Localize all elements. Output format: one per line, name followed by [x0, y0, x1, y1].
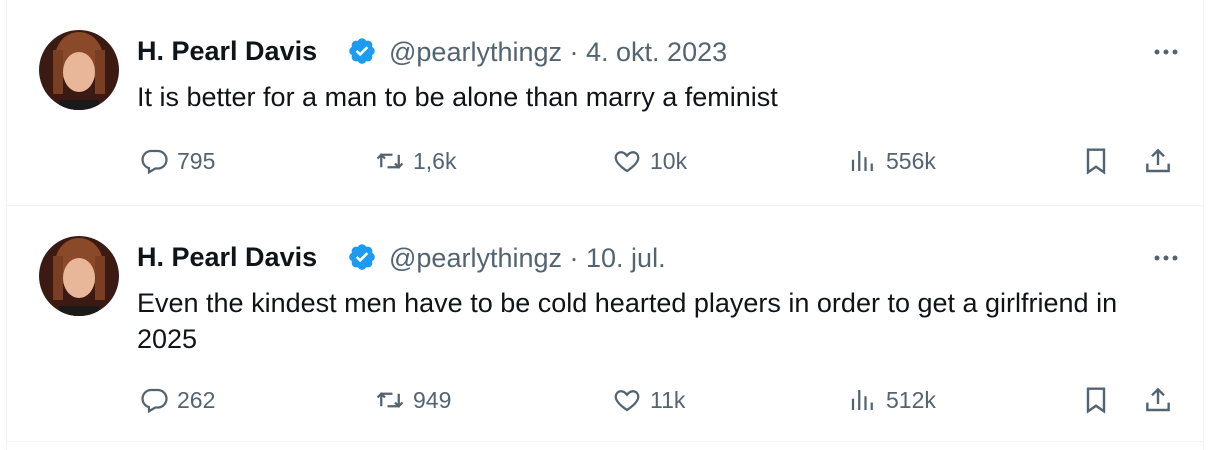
reply-count: 795 [177, 147, 216, 174]
views-button[interactable]: 556k [848, 141, 936, 181]
tweet-date[interactable]: 10. jul. [586, 243, 666, 273]
author-handle[interactable]: @pearlythingz [389, 37, 562, 67]
more-icon[interactable] [1151, 248, 1181, 268]
like-count: 10k [650, 147, 688, 174]
retweet-icon [376, 153, 404, 169]
reply-button[interactable]: 795 [139, 141, 215, 181]
bookmark-icon[interactable] [1080, 384, 1112, 416]
retweet-button[interactable]: 949 [375, 380, 451, 420]
share-icon[interactable] [1142, 384, 1174, 416]
tweet-meta: @pearlythingz · 10. jul. [389, 243, 666, 274]
views-button[interactable]: 512k [848, 380, 936, 420]
meta-separator: · [569, 243, 587, 273]
meta-separator: · [569, 37, 587, 67]
tweet[interactable]: H. Pearl Davis @pearlythingz · 10. jul. … [7, 206, 1203, 442]
views-icon [851, 390, 873, 410]
retweet-count: 1,6k [413, 147, 457, 174]
action-bar: 262 949 11k 512k [7, 380, 1203, 420]
tweet-date[interactable]: 4. okt. 2023 [586, 37, 727, 67]
like-icon [614, 390, 640, 412]
like-count: 11k [650, 386, 686, 413]
like-button[interactable]: 11k [612, 380, 685, 420]
avatar[interactable] [39, 236, 119, 316]
timeline: H. Pearl Davis @pearlythingz · 4. okt. 2… [6, 0, 1204, 450]
bookmark-icon[interactable] [1080, 145, 1112, 177]
verified-badge-icon [347, 242, 377, 272]
reply-count: 262 [177, 386, 216, 413]
action-bar: 795 1,6k 10k 556k [7, 141, 1203, 181]
avatar[interactable] [39, 30, 119, 110]
share-icon[interactable] [1142, 145, 1174, 177]
tweet-text: Even the kindest men have to be cold hea… [137, 288, 1118, 354]
views-count: 556k [886, 147, 936, 174]
more-icon[interactable] [1151, 42, 1181, 62]
retweet-button[interactable]: 1,6k [375, 141, 456, 181]
verified-badge-icon [347, 36, 377, 66]
views-count: 512k [886, 386, 936, 413]
tweet-meta: @pearlythingz · 4. okt. 2023 [389, 37, 727, 68]
like-icon [614, 151, 640, 173]
views-icon [851, 151, 873, 171]
reply-icon [141, 388, 168, 414]
retweet-count: 949 [413, 386, 452, 413]
author-name[interactable]: H. Pearl Davis [137, 36, 317, 67]
retweet-icon [376, 392, 404, 408]
author-handle[interactable]: @pearlythingz [389, 243, 562, 273]
tweet[interactable]: H. Pearl Davis @pearlythingz · 4. okt. 2… [7, 0, 1203, 206]
reply-icon [141, 149, 168, 175]
like-button[interactable]: 10k [612, 141, 687, 181]
author-name[interactable]: H. Pearl Davis [137, 242, 317, 273]
tweet-text: It is better for a man to be alone than … [137, 82, 778, 112]
reply-button[interactable]: 262 [139, 380, 215, 420]
